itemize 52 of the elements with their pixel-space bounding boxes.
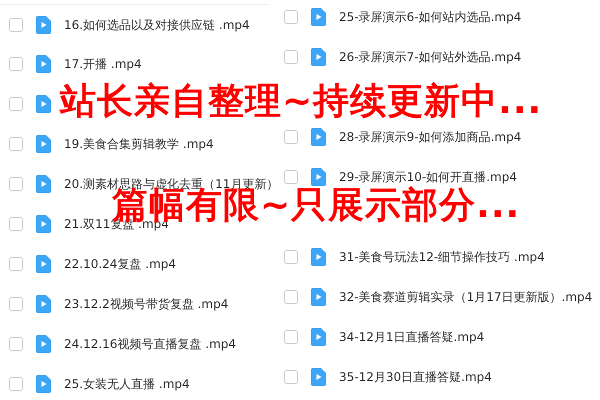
video-file-icon [311,248,326,266]
checkbox[interactable] [9,137,23,151]
file-name[interactable]: 26-录屏演示7-如何站外选品.mp4 [339,48,522,66]
video-file-icon [36,295,51,313]
checkbox[interactable] [9,257,23,271]
checkbox[interactable] [284,170,298,184]
overlay-caption: 站长亲自整理~持续更新中... [60,84,542,120]
checkbox[interactable] [9,217,23,231]
file-name[interactable]: 32-美食赛道剪辑实录（1月17日更新版）.mp4 [339,288,592,306]
video-file-icon [311,128,326,146]
file-name[interactable]: 24.12.16视频号直播复盘 .mp4 [64,335,236,353]
checkbox[interactable] [284,10,298,24]
video-file-icon [311,328,326,346]
file-name[interactable]: 16.如何选品以及对接供应链 .mp4 [64,16,250,34]
video-file-icon [36,95,51,113]
file-name[interactable]: 28-录屏演示9-如何添加商品.mp4 [339,128,522,146]
video-file-icon [36,255,51,273]
file-name[interactable]: 34-12月1日直播答疑.mp4 [339,328,484,346]
checkbox[interactable] [284,250,298,264]
video-file-icon [36,215,51,233]
file-name[interactable]: 29-录屏演示10-如何开直播.mp4 [339,168,517,186]
checkbox[interactable] [284,130,298,144]
checkbox[interactable] [9,57,23,71]
file-name[interactable]: 19.美食合集剪辑教学 .mp4 [64,135,214,153]
file-name[interactable]: 23.12.2视频号带货复盘 .mp4 [64,295,228,313]
video-file-icon [36,55,51,73]
video-file-icon [36,335,51,353]
checkbox[interactable] [9,177,23,191]
checkbox[interactable] [284,50,298,64]
checkbox[interactable] [9,97,23,111]
checkbox[interactable] [9,18,23,32]
video-file-icon [36,16,51,34]
checkbox[interactable] [9,377,23,391]
video-file-icon [36,135,51,153]
file-name[interactable]: 25-录屏演示6-如何站内选品.mp4 [339,8,522,26]
video-file-icon [36,375,51,393]
file-name[interactable]: 17.开播 .mp4 [64,55,142,73]
video-file-icon [36,175,51,193]
video-file-icon [311,368,326,386]
checkbox[interactable] [284,370,298,384]
video-file-icon [311,48,326,66]
video-file-icon [311,168,326,186]
checkbox[interactable] [9,297,23,311]
file-name[interactable]: 25.女装无人直播 .mp4 [64,375,190,393]
file-name[interactable]: 31-美食号玩法12-细节操作技巧 .mp4 [339,248,545,266]
checkbox[interactable] [284,290,298,304]
checkbox[interactable] [284,330,298,344]
file-name[interactable]: 35-12月30日直播答疑.mp4 [339,368,492,386]
video-file-icon [311,288,326,306]
checkbox[interactable] [9,337,23,351]
file-name[interactable]: 22.10.24复盘 .mp4 [64,255,176,273]
video-file-icon [311,8,326,26]
